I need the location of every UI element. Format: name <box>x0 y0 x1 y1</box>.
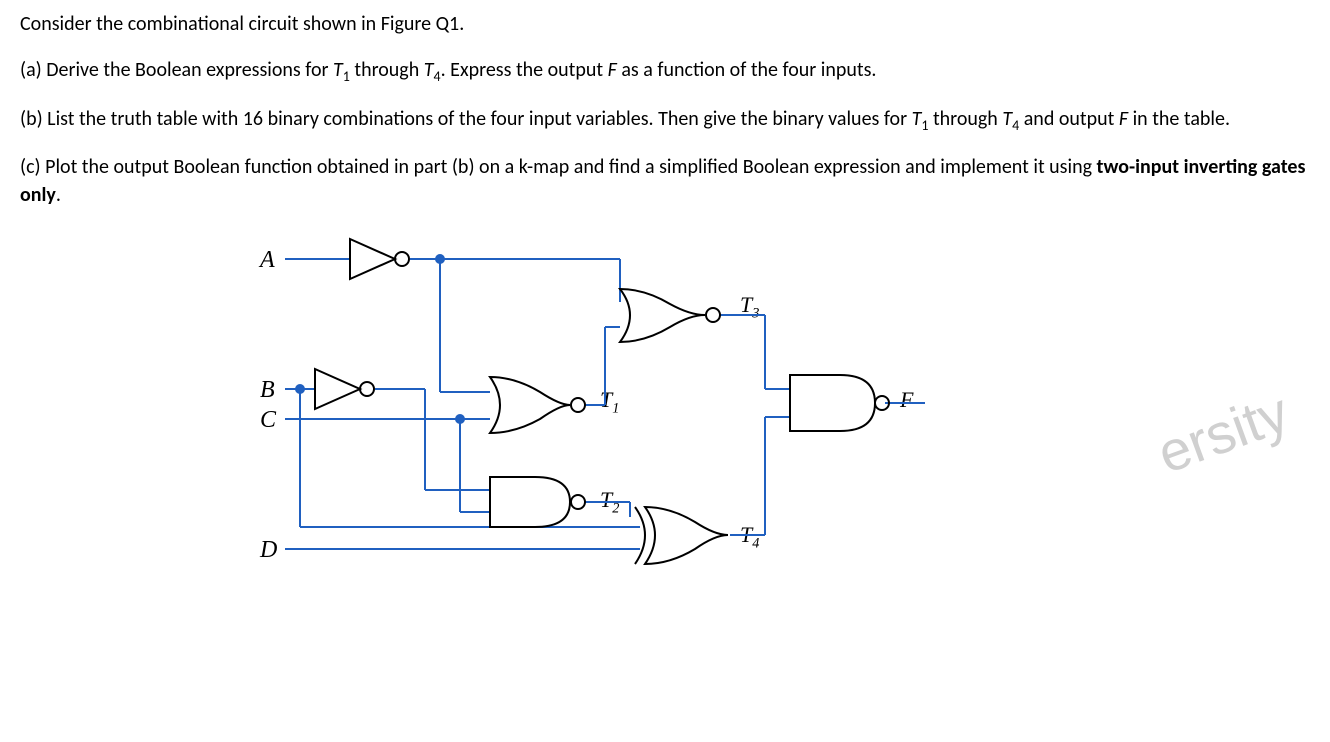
t1-sub: 1 <box>343 68 350 85</box>
t1-symbol-b: T <box>912 107 922 131</box>
part-a-prefix: (a) Derive the Boolean expressions for <box>20 58 333 82</box>
inverter-b-gate <box>315 369 374 409</box>
part-c-prefix: (c) Plot the output Boolean function obt… <box>20 155 1097 179</box>
circuit-svg <box>260 227 1010 627</box>
t1-symbol: T <box>333 58 343 82</box>
watermark-text: ersity <box>1149 379 1297 486</box>
t1-nor-gate <box>490 377 585 433</box>
part-b-prefix: (b) List the truth table with 16 binary … <box>20 107 912 131</box>
f-symbol-b: F <box>1119 107 1128 131</box>
t4-symbol: T <box>424 58 434 82</box>
part-b-mid: through <box>928 107 1002 131</box>
t4-xor-gate <box>635 507 728 564</box>
f-symbol-a: F <box>608 58 617 82</box>
part-b-end: in the table. <box>1128 107 1230 131</box>
inverter-a-gate <box>350 239 409 279</box>
part-a-end: . Express the output <box>441 58 608 82</box>
part-c-end: . <box>56 183 61 207</box>
part-a-text: (a) Derive the Boolean expressions for T… <box>20 56 1310 87</box>
part-b-and: and output <box>1019 107 1119 131</box>
intro-text: Consider the combinational circuit shown… <box>20 10 1310 38</box>
t4-symbol-b: T <box>1002 107 1012 131</box>
part-a-mid: through <box>350 58 424 82</box>
part-b-text: (b) List the truth table with 16 binary … <box>20 105 1310 136</box>
t4-sub: 4 <box>434 68 441 85</box>
circuit-diagram: A B C D T1 T2 T3 T4 F <box>260 227 1010 627</box>
part-c-text: (c) Plot the output Boolean function obt… <box>20 153 1310 209</box>
t2-nand-gate <box>490 477 585 527</box>
t3-nor-gate <box>620 289 720 342</box>
f-nand-gate <box>790 375 889 431</box>
part-a-final: as a function of the four inputs. <box>617 58 877 82</box>
